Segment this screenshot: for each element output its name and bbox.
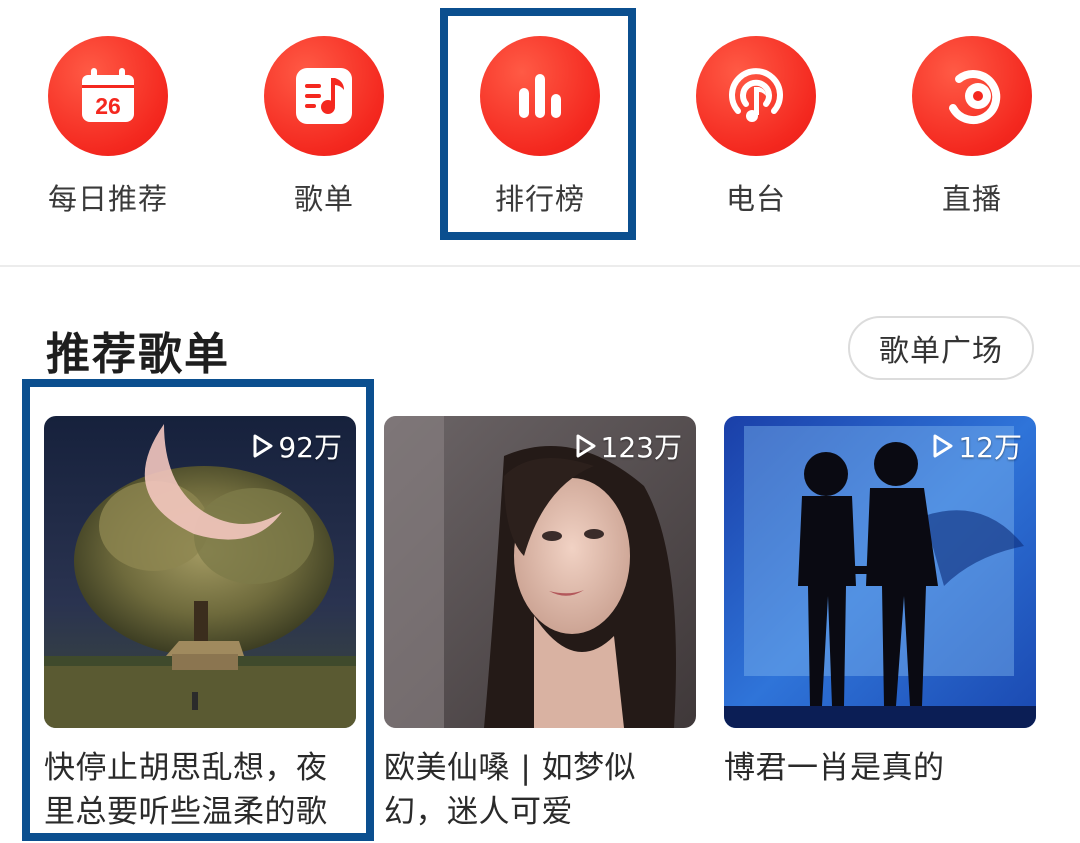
charts-highlight-box [440,8,636,240]
page: 26 每日推荐 歌单 排行榜 电台 直播 推荐歌单 歌单广场 92万 快停止胡思… [0,0,1080,843]
calendar-icon: 26 [48,36,168,156]
nav-radio[interactable]: 电台 [648,36,864,236]
section-title: 推荐歌单 [46,329,230,380]
nav-daily-recommend[interactable]: 26 每日推荐 [0,36,216,236]
playlist-card[interactable]: 12万 博君一肖是真的 [724,416,1036,790]
radio-icon [696,36,816,156]
nav-playlist[interactable]: 歌单 [216,36,432,236]
playlist-icon [264,36,384,156]
playlist-title[interactable]: 博君一肖是真的 [724,746,1024,790]
play-count: 12万 [932,426,1022,466]
nav-radio-label: 电台 [725,182,786,216]
playlist-title[interactable]: 欧美仙嗓 | 如梦似幻，迷人可爱 [384,746,684,834]
playlist-card[interactable]: 123万 欧美仙嗓 | 如梦似幻，迷人可爱 [384,416,696,834]
playlist-cover[interactable]: 12万 [724,416,1036,728]
play-icon [576,434,596,458]
playlist-cover[interactable]: 123万 [384,416,696,728]
playlist-square-button[interactable]: 歌单广场 [848,316,1034,380]
play-icon [933,434,953,458]
nav-live[interactable]: 直播 [864,36,1080,236]
live-icon [912,36,1032,156]
nav-daily-recommend-label: 每日推荐 [47,182,168,216]
divider [0,265,1080,267]
calendar-date-badge: 26 [95,93,121,119]
play-count-value: 123万 [600,431,682,464]
nav-live-label: 直播 [941,182,1002,216]
play-count-value: 12万 [958,431,1022,464]
play-count: 123万 [575,426,682,466]
nav-playlist-label: 歌单 [293,182,354,216]
card-highlight-box [22,379,374,841]
